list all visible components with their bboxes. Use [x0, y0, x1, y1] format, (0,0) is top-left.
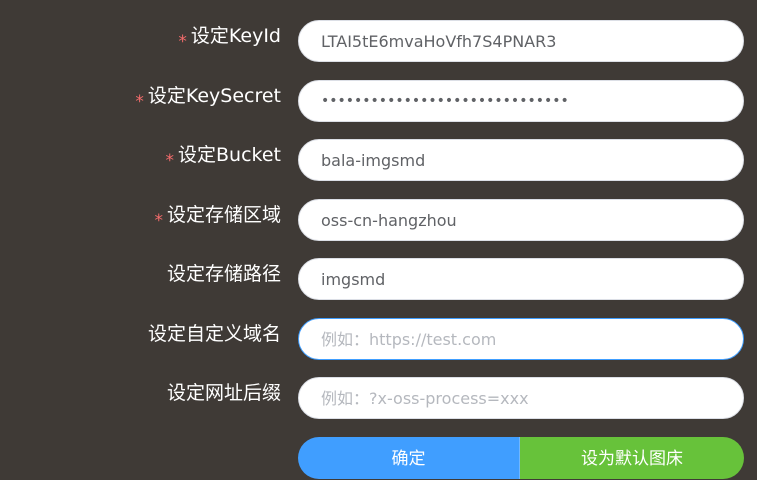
row-custom-domain: 设定自定义域名: [0, 318, 757, 360]
key-id-input[interactable]: [298, 20, 744, 62]
row-path: 设定存储路径: [0, 258, 757, 300]
row-key-id: * 设定KeyId: [0, 20, 757, 62]
confirm-button[interactable]: 确定: [298, 437, 520, 479]
oss-settings-form: *设定KeyId *设定KeySecret *设定Bucket *设定存储区域 …: [0, 0, 757, 479]
key-secret-input[interactable]: [298, 80, 744, 122]
label-key-secret: * 设定KeySecret: [135, 85, 281, 112]
path-input[interactable]: [298, 258, 744, 300]
button-group: 确定 设为默认图床: [298, 437, 744, 479]
label-path: 设定存储路径: [166, 263, 281, 285]
required-mark: *: [165, 151, 175, 171]
label-custom-domain: 设定自定义域名: [147, 323, 281, 345]
region-input[interactable]: [298, 199, 744, 241]
set-default-button[interactable]: 设为默认图床: [520, 437, 744, 479]
bucket-input[interactable]: [298, 139, 744, 181]
required-mark: *: [135, 92, 144, 112]
row-bucket: * 设定Bucket: [0, 139, 757, 181]
label-url-suffix: 设定网址后缀: [166, 382, 281, 404]
row-region: * 设定存储区域: [0, 199, 757, 241]
required-mark: *: [178, 32, 187, 52]
url-suffix-input[interactable]: [298, 377, 744, 419]
label-bucket: * 设定Bucket: [165, 144, 282, 171]
row-key-secret: * 设定KeySecret: [0, 80, 757, 122]
custom-domain-input[interactable]: [298, 318, 744, 360]
row-url-suffix: 设定网址后缀: [0, 377, 757, 419]
label-region: * 设定存储区域: [154, 204, 281, 231]
required-mark: *: [154, 211, 163, 231]
label-key-id: * 设定KeyId: [178, 25, 281, 52]
